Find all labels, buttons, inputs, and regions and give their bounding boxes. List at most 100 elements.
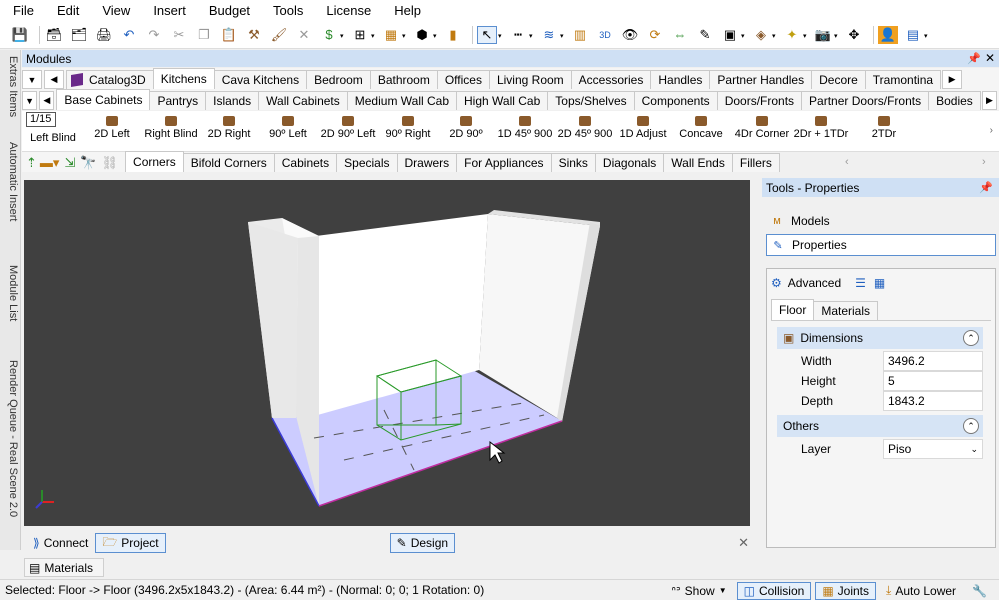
- chevron-down-icon[interactable]: ▾: [340, 32, 346, 40]
- chevron-down-icon[interactable]: ▾: [772, 32, 778, 40]
- unlink-icon[interactable]: ⛓: [102, 154, 119, 172]
- tab-offices[interactable]: Offices: [436, 70, 490, 89]
- tab-base-cabinets[interactable]: Base Cabinets: [56, 89, 151, 110]
- copy-icon[interactable]: ❐: [194, 26, 214, 44]
- import-icon[interactable]: ⇲: [64, 154, 75, 172]
- render-icon[interactable]: ⬢: [412, 26, 432, 44]
- grid-view-icon[interactable]: ▦: [874, 276, 885, 290]
- pin-icon[interactable]: 📌: [967, 52, 981, 65]
- box-icon[interactable]: ◈: [751, 26, 771, 44]
- close-icon[interactable]: ✕: [738, 535, 749, 551]
- collision-toggle[interactable]: ◫ Collision: [736, 581, 812, 600]
- modules-icon[interactable]: ▦: [381, 26, 401, 44]
- extras-items-tab[interactable]: Extras Items: [2, 56, 19, 117]
- properties-link[interactable]: ✎ Properties: [766, 234, 996, 256]
- module-item[interactable]: 2D 90º Left: [318, 116, 378, 152]
- menu-tools[interactable]: Tools: [260, 3, 313, 18]
- module-item[interactable]: Concave: [676, 116, 726, 152]
- automatic-insert-tab[interactable]: Automatic Insert: [2, 142, 19, 221]
- save-icon[interactable]: 💾: [10, 26, 30, 44]
- paint-icon[interactable]: 🖌: [269, 26, 289, 44]
- chevron-down-icon[interactable]: ▾: [433, 32, 439, 40]
- select-icon[interactable]: ↖: [477, 25, 497, 44]
- tab-wall-ends[interactable]: Wall Ends: [663, 153, 733, 172]
- tab-drawers[interactable]: Drawers: [396, 153, 458, 172]
- menu-insert[interactable]: Insert: [140, 3, 196, 18]
- chevron-down-icon[interactable]: ▾: [560, 32, 566, 40]
- chevron-down-icon[interactable]: ▾: [371, 32, 377, 40]
- page-indicator[interactable]: 1/15: [26, 112, 56, 127]
- paste-icon[interactable]: 📋: [219, 26, 239, 44]
- light-icon[interactable]: ✦: [782, 26, 802, 44]
- hammer-icon[interactable]: ⚒: [244, 26, 264, 44]
- redo-icon[interactable]: ↷: [144, 26, 164, 44]
- rotate-icon[interactable]: ⟳: [645, 26, 665, 44]
- tab-medium-wall-cab[interactable]: Medium Wall Cab: [346, 91, 458, 110]
- tab-decore[interactable]: Decore: [811, 70, 866, 89]
- tab-specials[interactable]: Specials: [336, 153, 398, 172]
- pin-icon[interactable]: 📌: [979, 181, 993, 194]
- chevron-down-icon[interactable]: ▾: [924, 32, 930, 40]
- auto-lower-toggle[interactable]: ⤓ Auto Lower: [880, 582, 962, 600]
- door-icon[interactable]: ▮: [443, 26, 463, 44]
- module-item[interactable]: 2TDr: [864, 116, 904, 152]
- tab-islands[interactable]: Islands: [205, 91, 260, 110]
- chevron-down-icon[interactable]: ▾: [498, 32, 504, 40]
- tab-diagonals[interactable]: Diagonals: [594, 153, 665, 172]
- tab-corners[interactable]: Corners: [125, 151, 184, 172]
- tab-bodies[interactable]: Bodies: [928, 91, 981, 110]
- chevron-right-icon[interactable]: ›: [982, 156, 986, 168]
- collapse-icon[interactable]: ⌃: [963, 330, 979, 346]
- close-icon[interactable]: ✕: [985, 51, 995, 65]
- chevron-right-icon[interactable]: ▶: [981, 91, 997, 110]
- design-button[interactable]: ✎ Design: [389, 533, 456, 553]
- module-item[interactable]: 2Dr + 1TDr: [792, 116, 850, 152]
- tab-materials[interactable]: Materials: [813, 301, 879, 320]
- width-field[interactable]: 3496.2: [883, 351, 983, 371]
- tab-wall-cabinets[interactable]: Wall Cabinets: [258, 91, 348, 110]
- menu-budget[interactable]: Budget: [196, 3, 260, 18]
- list-view-icon[interactable]: ☰: [855, 276, 866, 290]
- chevron-left-icon[interactable]: ◀: [44, 70, 64, 89]
- tab-tramontina[interactable]: Tramontina: [864, 70, 942, 89]
- budget-icon[interactable]: $: [319, 26, 339, 44]
- chevron-down-icon[interactable]: ▾: [529, 32, 535, 40]
- print-icon[interactable]: 🖨: [94, 26, 114, 44]
- columns-icon[interactable]: ▥: [570, 26, 590, 44]
- move-icon[interactable]: ✥: [844, 26, 864, 44]
- view-3d-icon[interactable]: 3D: [595, 26, 615, 44]
- chevron-down-icon[interactable]: ▼: [22, 91, 38, 110]
- connect-button[interactable]: ⟫ Connect: [26, 533, 95, 553]
- tab-high-wall-cab[interactable]: High Wall Cab: [456, 91, 549, 110]
- cut-icon[interactable]: ✂: [169, 26, 189, 44]
- tab-living-room[interactable]: Living Room: [488, 70, 572, 89]
- window-layout-icon[interactable]: ▤: [903, 26, 923, 44]
- tool-icon[interactable]: 🔧: [966, 582, 993, 600]
- module-item[interactable]: 1D Adjust: [618, 116, 668, 152]
- models-link[interactable]: ᴍ Models: [766, 210, 996, 232]
- tab-sinks[interactable]: Sinks: [550, 153, 596, 172]
- render-queue-tab[interactable]: Render Queue - Real Scene 2.0: [2, 360, 19, 517]
- tab-fillers[interactable]: Fillers: [731, 153, 780, 172]
- open-icon[interactable]: 🗃: [44, 26, 64, 44]
- scroll-right-icon[interactable]: ›: [990, 125, 993, 136]
- joints-toggle[interactable]: ▦ Joints: [815, 581, 877, 600]
- project-button[interactable]: 🗁 Project: [95, 533, 166, 553]
- module-item[interactable]: 90º Left: [266, 116, 310, 152]
- tab-partner-doors-fronts[interactable]: Partner Doors/Fronts: [801, 91, 930, 110]
- menu-file[interactable]: File: [0, 3, 44, 18]
- ruler-icon[interactable]: ▬▾: [40, 154, 60, 172]
- collapse-icon[interactable]: ⌃: [963, 418, 979, 434]
- layout-icon[interactable]: ⊞: [350, 26, 370, 44]
- catalog-icon[interactable]: 🗂: [69, 26, 89, 44]
- 3d-viewport[interactable]: [24, 180, 750, 526]
- tab-cabinets[interactable]: Cabinets: [273, 153, 338, 172]
- tab-accessories[interactable]: Accessories: [570, 70, 652, 89]
- module-item[interactable]: 2D Right: [205, 116, 253, 152]
- tab-bifold-corners[interactable]: Bifold Corners: [182, 153, 275, 172]
- module-item[interactable]: 2D 90º: [446, 116, 486, 152]
- show-dropdown[interactable]: ᐢᐣ Show ▼: [665, 582, 732, 600]
- chevron-down-icon[interactable]: ▾: [834, 32, 840, 40]
- chevron-right-icon[interactable]: ▶: [942, 70, 963, 89]
- others-group[interactable]: Others ⌃: [777, 415, 983, 437]
